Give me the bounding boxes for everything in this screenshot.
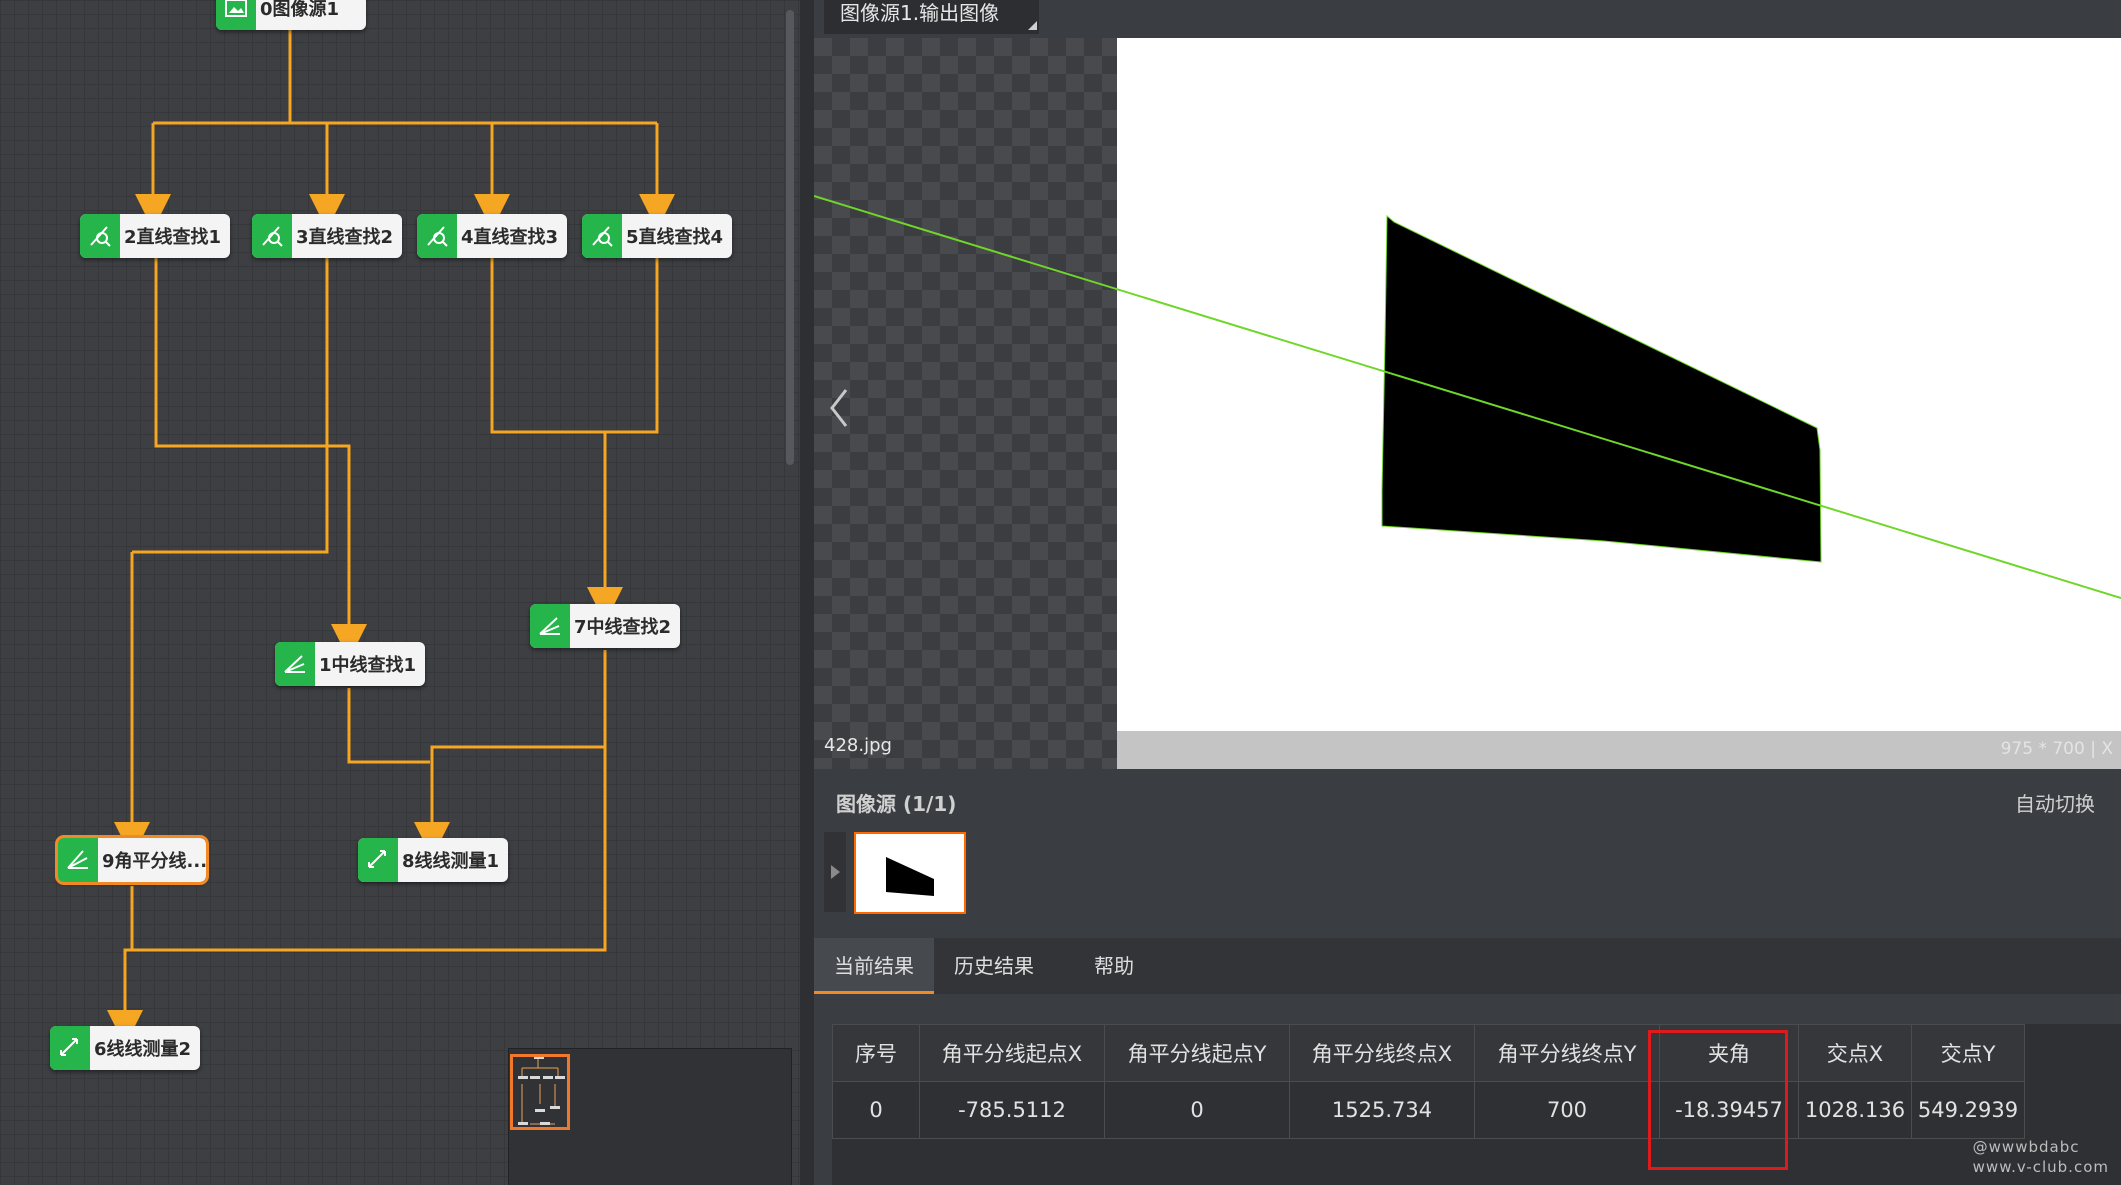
cell-bisector-start-x: -785.5112	[919, 1081, 1105, 1139]
col-bisector-end-x[interactable]: 角平分线终点X	[1289, 1024, 1475, 1082]
edge-7-down	[414, 650, 607, 858]
col-bisector-start-x[interactable]: 角平分线起点X	[919, 1024, 1105, 1082]
image-view-tab[interactable]: 图像源1.输出图像	[824, 0, 1039, 34]
node-line-measure-2[interactable]: 6线线测量2	[50, 1026, 200, 1070]
flow-canvas[interactable]: 0图像源1 2直线查找1 3直线查找2 4直线查找3 5直线查找4 7中线查找2	[0, 0, 800, 1185]
flow-scrollbar[interactable]	[786, 10, 794, 465]
midline-icon	[275, 642, 315, 686]
result-table: 序号 角平分线起点X 角平分线起点Y 角平分线终点X 角平分线终点Y 夹角 交点…	[832, 1024, 2025, 1139]
flow-connections	[107, 20, 675, 1046]
tab-current-result[interactable]: 当前结果	[814, 938, 934, 994]
panel-splitter[interactable]	[800, 0, 814, 1185]
result-panel: 图像源1.输出图像 975 * 700 | X 428.jpg 图像源 (1/1…	[814, 0, 2121, 1185]
col-intersection-x[interactable]: 交点X	[1798, 1024, 1912, 1082]
image-view-tab-label: 图像源1.输出图像	[840, 1, 1000, 25]
chevron-left-icon	[830, 389, 848, 427]
edge-7-to-6	[107, 747, 607, 1046]
node-label: 4直线查找3	[461, 227, 559, 248]
node-label: 7中线查找2	[574, 617, 672, 638]
col-angle[interactable]: 夹角	[1659, 1024, 1799, 1082]
edge-1-down	[347, 688, 430, 764]
edge-2-3-to-1	[154, 258, 367, 660]
node-image-source[interactable]: 0图像源1	[216, 0, 366, 30]
midline-icon	[530, 604, 570, 648]
node-angle-bisector[interactable]: 9角平分线...	[55, 835, 209, 885]
image-filename: 428.jpg	[824, 735, 892, 756]
watermark-line: www.v-club.com	[1972, 1158, 2109, 1176]
thumbnail-preview	[886, 857, 934, 896]
col-bisector-start-y[interactable]: 角平分线起点Y	[1104, 1024, 1290, 1082]
node-label: 2直线查找1	[124, 227, 222, 248]
node-label: 5直线查找4	[626, 227, 724, 248]
watermark-line: @wwwbdabc	[1972, 1138, 2080, 1156]
edge-0-fanout	[153, 20, 657, 125]
cell-bisector-end-x: 1525.734	[1289, 1081, 1475, 1139]
result-tabbar: 当前结果 历史结果 帮助	[814, 938, 2121, 994]
image-size-label: 975 * 700 | X	[2000, 739, 2113, 759]
node-midline-find-2[interactable]: 7中线查找2	[530, 604, 680, 648]
line-find-icon	[80, 214, 120, 258]
cell-intersection-y: 549.2939	[1911, 1081, 2025, 1139]
node-label: 3直线查找2	[296, 227, 394, 248]
line-find-icon	[417, 214, 457, 258]
bisector-icon	[58, 838, 98, 882]
cell-index: 0	[832, 1081, 920, 1139]
expand-strip-button[interactable]	[824, 832, 846, 912]
image-status-bar: 975 * 700 | X	[1117, 731, 2121, 769]
node-line-find-2[interactable]: 3直线查找2	[252, 214, 402, 258]
line-find-icon	[252, 214, 292, 258]
cell-bisector-start-y: 0	[1104, 1081, 1290, 1139]
table-row[interactable]: 0 -785.5112 0 1525.734 700 -18.39457 102…	[832, 1081, 2025, 1139]
node-line-measure-1[interactable]: 8线线测量1	[358, 838, 508, 882]
minimap-viewport[interactable]	[510, 1054, 570, 1130]
tab-history-result[interactable]: 历史结果	[934, 938, 1054, 994]
col-index[interactable]: 序号	[832, 1024, 920, 1082]
measure-icon	[50, 1026, 90, 1070]
cell-bisector-end-y: 700	[1474, 1081, 1660, 1139]
node-line-find-1[interactable]: 2直线查找1	[80, 214, 230, 258]
node-midline-find-1[interactable]: 1中线查找1	[275, 642, 425, 686]
edge-4-5-merge	[490, 258, 659, 434]
tab-resize-icon	[1028, 21, 1037, 30]
col-intersection-y[interactable]: 交点Y	[1911, 1024, 2025, 1082]
cell-intersection-x: 1028.136	[1798, 1081, 1912, 1139]
node-label: 9角平分线...	[102, 851, 206, 872]
node-line-find-3[interactable]: 4直线查找3	[417, 214, 567, 258]
image-overlay	[814, 195, 2121, 599]
image-source-title: 图像源 (1/1)	[836, 792, 957, 816]
previous-image-button[interactable]	[824, 378, 854, 438]
watermark: @wwwbdabc www.v-club.com	[1973, 1137, 2109, 1177]
auto-switch-button[interactable]: 自动切换	[2015, 788, 2095, 817]
node-line-find-4[interactable]: 5直线查找4	[582, 214, 732, 258]
image-thumbnail[interactable]	[854, 832, 966, 914]
measure-icon	[358, 838, 398, 882]
flow-minimap[interactable]	[508, 1048, 792, 1185]
col-bisector-end-y[interactable]: 角平分线终点Y	[1474, 1024, 1660, 1082]
node-label: 1中线查找1	[319, 655, 417, 676]
tab-help[interactable]: 帮助	[1054, 938, 1174, 994]
image-viewer[interactable]: 975 * 700 | X 428.jpg	[814, 38, 2121, 769]
result-table-container: 序号 角平分线起点X 角平分线起点Y 角平分线终点X 角平分线终点Y 夹角 交点…	[832, 1024, 2121, 1185]
cell-angle: -18.39457	[1659, 1081, 1799, 1139]
edge-3-bridge	[132, 258, 329, 554]
table-header-row: 序号 角平分线起点X 角平分线起点Y 角平分线终点X 角平分线终点Y 夹角 交点…	[832, 1024, 2025, 1082]
node-label: 6线线测量2	[94, 1039, 192, 1060]
line-find-icon	[582, 214, 622, 258]
node-label: 0图像源1	[260, 0, 340, 20]
image-icon	[216, 0, 256, 30]
node-label: 8线线测量1	[402, 851, 500, 872]
workpiece-shape	[1381, 214, 1822, 563]
angle-bisector-line	[814, 195, 2121, 599]
